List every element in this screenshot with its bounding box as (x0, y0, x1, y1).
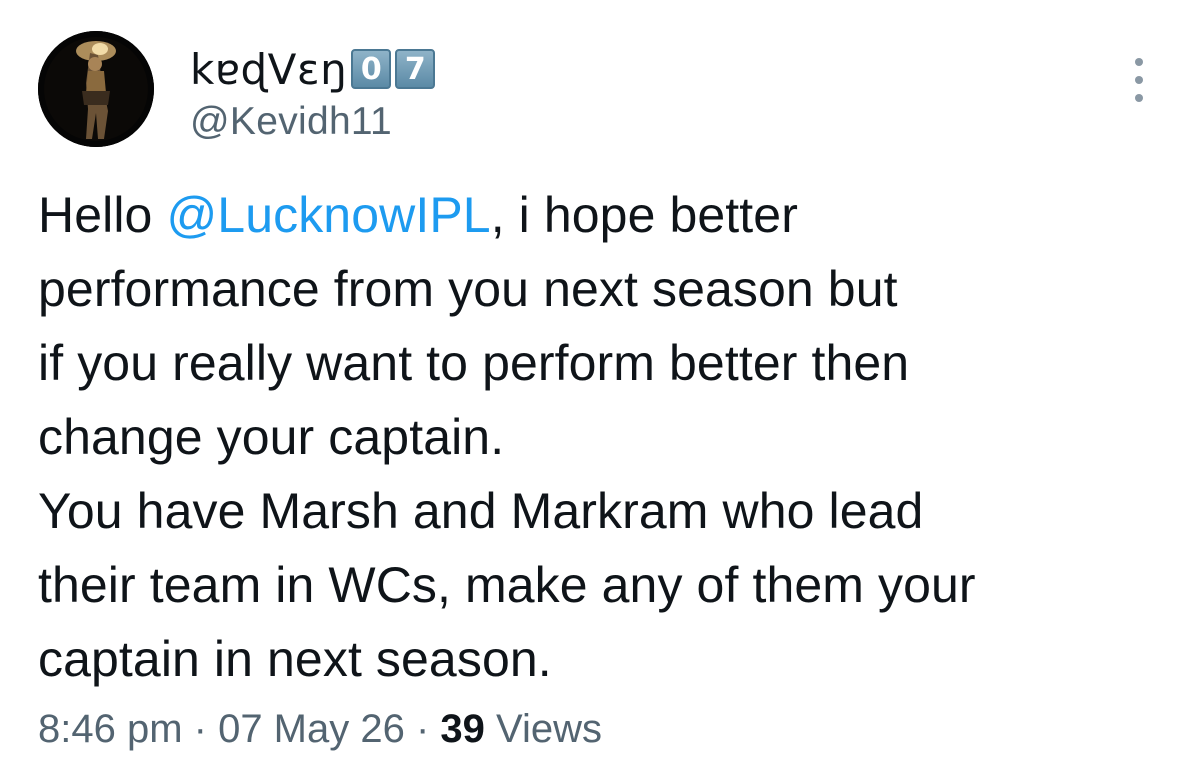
avatar-icon (38, 31, 154, 147)
tweet-line: if you really want to perform better the… (38, 335, 910, 391)
tweet-line: change your captain. (38, 409, 505, 465)
display-name-text: kɐɖVɛŋ (190, 44, 348, 94)
tweet-text-segment: , i hope better (490, 187, 798, 243)
tweet-date[interactable]: 07 May 26 (218, 707, 405, 751)
tweet-card: kɐɖVɛŋ 0 7 @Kevidh11 Hello @LucknowIPL, … (0, 0, 1200, 782)
tweet-metadata: 8:46 pm · 07 May 26 · 39 Views (38, 707, 602, 752)
display-name[interactable]: kɐɖVɛŋ 0 7 (190, 40, 436, 98)
more-vertical-icon (1135, 58, 1143, 66)
tweet-line: their team in WCs, make any of them your (38, 557, 976, 613)
tweet-time[interactable]: 8:46 pm (38, 707, 183, 751)
tweet-text: Hello @LucknowIPL, i hope better perform… (38, 178, 1158, 696)
mention-link[interactable]: @LucknowIPL (166, 187, 490, 243)
author-info: kɐɖVɛŋ 0 7 @Kevidh11 (190, 40, 436, 144)
more-options-button[interactable] (1127, 58, 1151, 102)
avatar[interactable] (38, 31, 154, 147)
user-handle[interactable]: @Kevidh11 (190, 100, 435, 144)
meta-separator: · (404, 707, 441, 751)
tweet-line: performance from you next season but (38, 261, 898, 317)
tweet-line: captain in next season. (38, 631, 552, 687)
tweet-line: Hello @LucknowIPL, i hope better (38, 178, 1158, 252)
tweet-text-segment: Hello (38, 187, 167, 243)
tweet-line: You have Marsh and Markram who lead (38, 483, 924, 539)
views-count[interactable]: 39 (440, 707, 485, 751)
more-vertical-icon-dot (1135, 94, 1143, 102)
more-vertical-icon-dot (1135, 76, 1143, 84)
keycap-digit-seven-emoji: 7 (395, 49, 436, 89)
meta-separator: · (182, 707, 219, 751)
views-label: Views (484, 707, 602, 751)
keycap-digit-zero-emoji: 0 (351, 49, 392, 89)
